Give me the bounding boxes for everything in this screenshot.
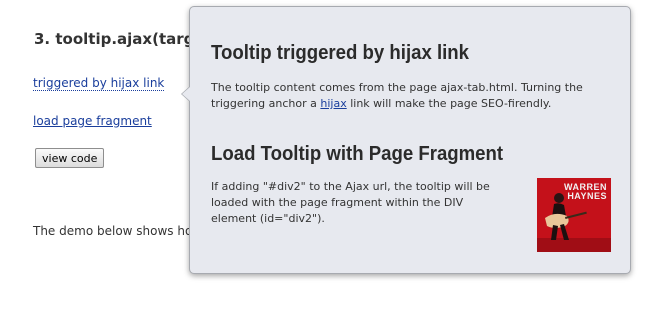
demo-description-text: The demo below shows ho [33,224,193,238]
tooltip-title-fragment: Load Tooltip with Page Fragment [211,143,504,165]
hijax-link[interactable]: triggered by hijax link [33,76,165,91]
section-heading: 3. tooltip.ajax(targe [34,30,205,48]
tooltip-title-hijax: Tooltip triggered by hijax link [211,42,470,64]
paragraph-text: link will make the page SEO-firendly. [346,97,552,110]
tooltip-paragraph-fragment: If adding "#div2" to the Ajax url, the t… [211,180,490,225]
tooltip-paragraph-hijax: The tooltip content comes from the page … [211,80,613,112]
view-code-button[interactable]: view code [35,148,105,168]
tooltip-arrow [181,86,190,102]
hijax-inline-link[interactable]: hijax [320,97,346,110]
album-artist-text: WARREN HAYNES [564,183,607,201]
page-fragment-link[interactable]: load page fragment [33,114,152,128]
album-cover-image: WARREN HAYNES [537,178,611,252]
tooltip-popup: Tooltip triggered by hijax link The tool… [181,6,631,274]
album-artist-line: HAYNES [567,191,607,201]
